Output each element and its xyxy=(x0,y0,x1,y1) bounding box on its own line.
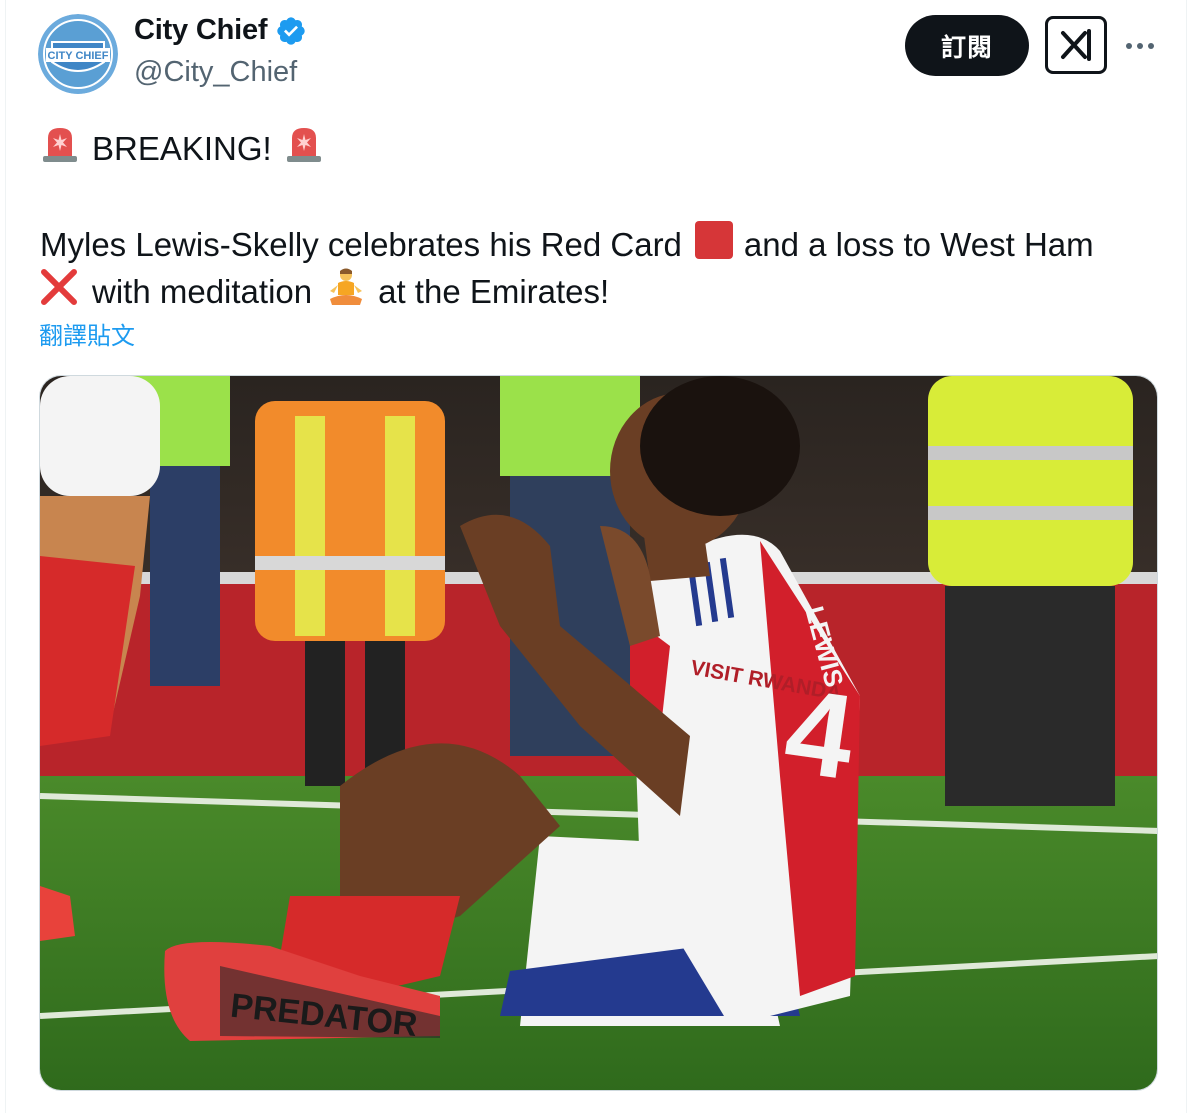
verified-badge-icon xyxy=(275,15,307,47)
cross-mark-emoji xyxy=(40,268,78,315)
author-name-row: City Chief xyxy=(134,14,307,47)
display-name[interactable]: City Chief xyxy=(134,14,268,47)
tweet-text-3a: with meditation xyxy=(92,272,313,310)
right-border xyxy=(1186,0,1187,1113)
tweet-line-2: Myles Lewis-Skelly celebrates his Red Ca… xyxy=(40,220,1094,269)
tweet-line-1: BREAKING! xyxy=(40,124,324,173)
avatar[interactable]: CITY CHIEF xyxy=(38,14,118,94)
police-light-emoji xyxy=(40,124,80,173)
subscribe-button[interactable]: 訂閱 xyxy=(905,15,1029,76)
tweet-photo[interactable]: VISIT RWANDA 4 LEWIS PREDATOR xyxy=(39,375,1158,1091)
steward-orange xyxy=(255,401,445,641)
author-handle[interactable]: @City_Chief xyxy=(134,56,297,89)
meditation-emoji xyxy=(326,267,366,316)
tweet-text-2b: and a loss to West Ham xyxy=(743,225,1094,263)
more-horizontal-icon[interactable] xyxy=(1120,26,1160,66)
tweet-line-3: with meditation at the Emirates! xyxy=(40,267,609,316)
police-light-emoji xyxy=(284,124,324,173)
translate-post-link[interactable]: 翻譯貼文 xyxy=(39,316,135,351)
tweet-breaking: BREAKING! xyxy=(92,129,272,167)
left-border xyxy=(5,0,6,1113)
avatar-text: CITY CHIEF xyxy=(48,50,109,62)
grok-icon[interactable] xyxy=(1045,16,1107,74)
red-square-emoji xyxy=(694,220,734,269)
steward-yellow xyxy=(928,376,1133,586)
tweet-text-3b: at the Emirates! xyxy=(378,272,610,310)
tweet-text-2a: Myles Lewis-Skelly celebrates his Red Ca… xyxy=(40,225,682,263)
